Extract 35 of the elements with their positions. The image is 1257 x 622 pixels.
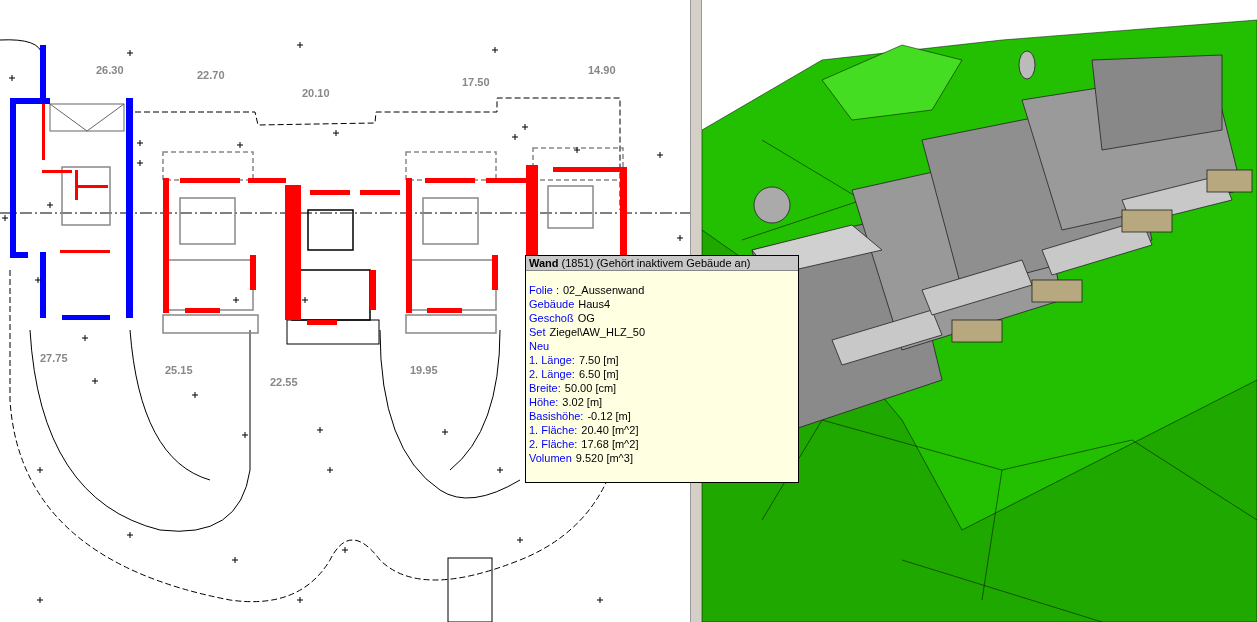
spot-height-label: 26.30 xyxy=(96,64,124,76)
property-value: 7.50 [m] xyxy=(578,353,619,367)
property-value: 17.68 [m^2] xyxy=(581,437,639,451)
status-label: Neu xyxy=(529,339,550,353)
property-label: Folie : xyxy=(529,283,559,297)
spot-height-label: 17.50 xyxy=(462,76,490,88)
property-value: 20.40 [m^2] xyxy=(581,423,639,437)
property-label: Volumen xyxy=(529,451,572,465)
property-value: 50.00 [cm] xyxy=(564,381,617,395)
property-label: Set xyxy=(529,325,546,339)
property-label: Geschoß xyxy=(529,311,574,325)
spot-height-label: 22.70 xyxy=(197,69,225,81)
spot-height-label: 27.75 xyxy=(40,352,68,364)
property-label: 1. Länge: xyxy=(529,353,575,367)
property-label: Breite: xyxy=(529,381,561,395)
spot-height-label: 14.90 xyxy=(588,64,616,76)
tooltip-title: Wand (1851) (Gehört inaktivem Gebäude an) xyxy=(526,256,798,271)
property-value: Haus4 xyxy=(578,297,611,311)
property-value: 6.50 [m] xyxy=(578,367,619,381)
property-label: 2. Länge: xyxy=(529,367,575,381)
spot-height-label: 22.55 xyxy=(270,376,298,388)
property-label: Gebäude xyxy=(529,297,575,311)
property-label: Höhe: xyxy=(529,395,559,409)
spot-height-label: 19.95 xyxy=(410,364,438,376)
property-value: 3.02 [m] xyxy=(562,395,603,409)
spot-height-label: 25.15 xyxy=(165,364,193,376)
property-value: 9.520 [m^3] xyxy=(575,451,633,465)
property-label: 1. Fläche: xyxy=(529,423,578,437)
property-value: 02_Aussenwand xyxy=(562,283,645,297)
property-value: -0.12 [m] xyxy=(587,409,631,423)
property-label: 2. Fläche: xyxy=(529,437,578,451)
property-value: OG xyxy=(577,311,595,325)
property-value: Ziegel\AW_HLZ_50 xyxy=(549,325,646,339)
spot-height-label: 20.10 xyxy=(302,87,330,99)
property-label: Basishöhe: xyxy=(529,409,584,423)
